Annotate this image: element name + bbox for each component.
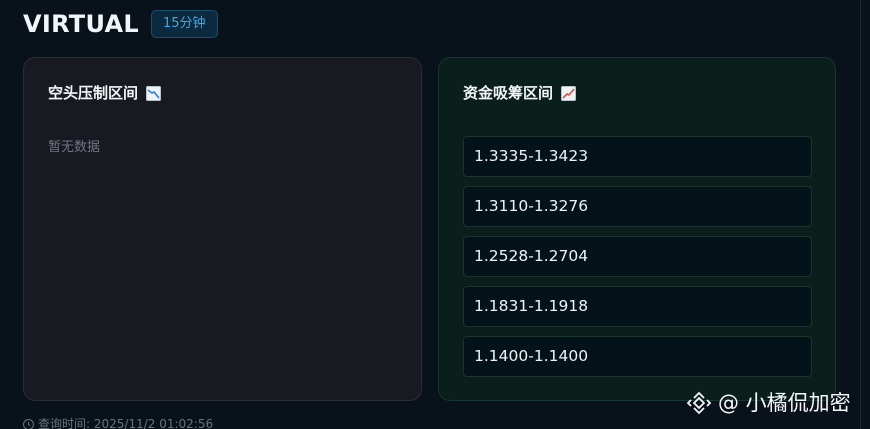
watermark-text: @ 小橘侃加密: [718, 391, 851, 415]
empty-state-text: 暂无数据: [48, 140, 101, 155]
watermark: @ 小橘侃加密: [686, 388, 851, 418]
chart-decreasing-icon: [146, 85, 162, 101]
timeframe-badge[interactable]: 15分钟: [151, 10, 218, 38]
clock-icon: [23, 418, 34, 429]
accum-panel-title: 资金吸筹区间: [463, 82, 577, 104]
header: VIRTUAL 15分钟: [23, 8, 218, 40]
range-item[interactable]: 1.3335-1.3423: [463, 136, 812, 177]
range-item[interactable]: 1.3110-1.3276: [463, 186, 812, 227]
range-item[interactable]: 1.1831-1.1918: [463, 286, 812, 327]
query-time-text: 查询时间: 2025/11/2 01:02:56: [38, 417, 214, 429]
chart-increasing-icon: [561, 85, 577, 101]
range-list: 1.3335-1.3423 1.3110-1.3276 1.2528-1.270…: [463, 136, 812, 386]
binance-logo-icon: [686, 390, 712, 416]
short-panel-title-text: 空头压制区间: [48, 84, 139, 102]
range-item[interactable]: 1.2528-1.2704: [463, 236, 812, 277]
short-pressure-panel: 空头压制区间 暂无数据: [23, 57, 422, 401]
accumulation-panel: 资金吸筹区间 1.3335-1.3423 1.3110-1.3276 1.252…: [438, 57, 836, 401]
accum-panel-title-text: 资金吸筹区间: [463, 84, 554, 102]
short-panel-title: 空头压制区间: [48, 82, 162, 104]
symbol-title: VIRTUAL: [23, 10, 139, 38]
page: VIRTUAL 15分钟 空头压制区间 暂无数据 资金吸筹区间 1.3335-1…: [0, 0, 870, 429]
right-divider: [860, 0, 861, 429]
range-item[interactable]: 1.1400-1.1400: [463, 336, 812, 377]
footer: 查询时间: 2025/11/2 01:02:56: [23, 417, 213, 429]
